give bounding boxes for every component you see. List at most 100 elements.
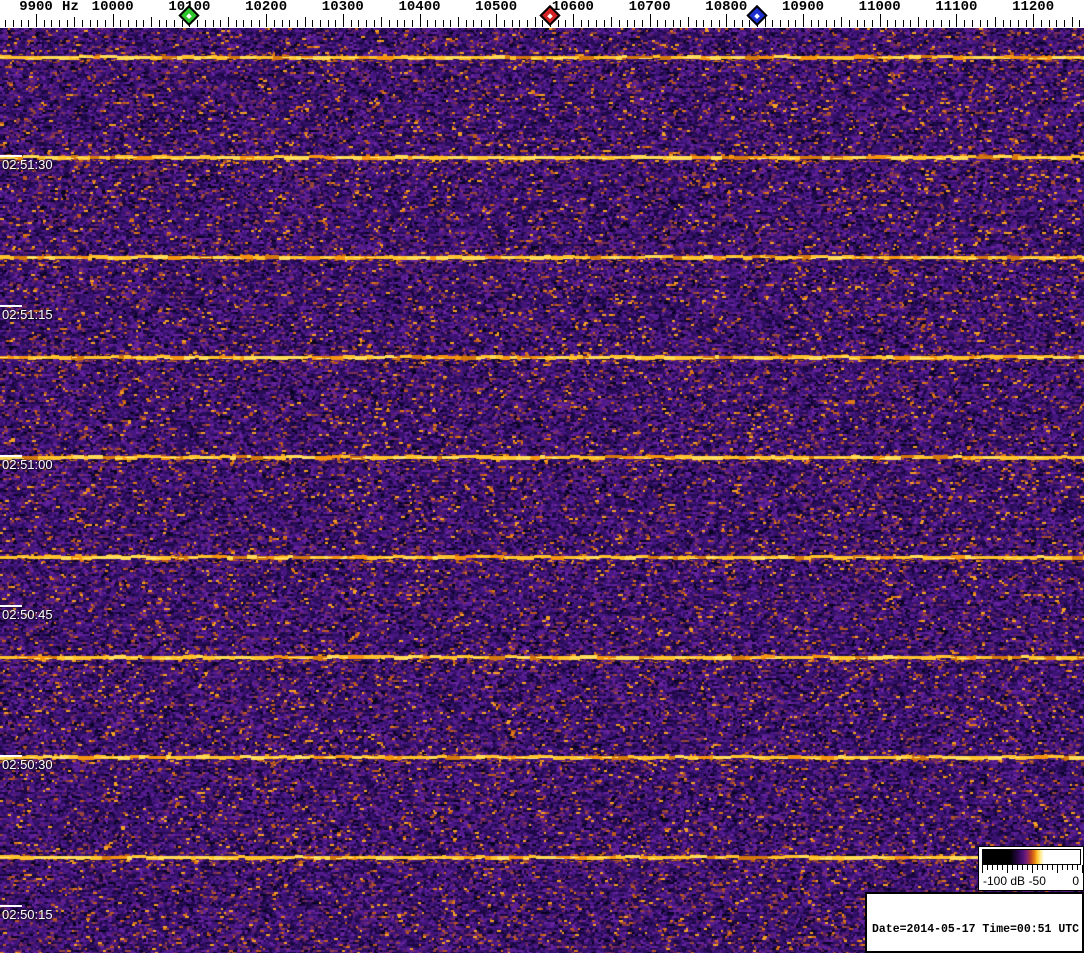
freq-tick bbox=[388, 20, 390, 27]
freq-tick bbox=[665, 20, 666, 27]
freq-tick bbox=[342, 14, 344, 27]
freq-tick bbox=[36, 14, 37, 27]
freq-tick bbox=[572, 14, 574, 27]
freq-tick bbox=[304, 17, 306, 27]
freq-tick bbox=[795, 20, 797, 27]
freq-tick bbox=[28, 20, 30, 27]
freq-tick bbox=[59, 20, 61, 27]
freq-tick bbox=[833, 20, 835, 27]
colorbar-tick bbox=[1012, 865, 1013, 870]
freq-tick bbox=[1056, 20, 1058, 27]
freq-tick bbox=[511, 20, 513, 27]
info-date-time: Date=2014-05-17 Time=00:51 UTC bbox=[872, 923, 1080, 936]
freq-tick bbox=[849, 20, 851, 27]
freq-tick bbox=[120, 20, 122, 27]
freq-tick-label: 10900 bbox=[781, 0, 825, 15]
freq-tick bbox=[434, 20, 436, 27]
time-label: 02:51:00 bbox=[2, 457, 53, 472]
freq-tick bbox=[749, 20, 751, 27]
freq-tick bbox=[128, 20, 130, 27]
freq-tick bbox=[327, 20, 329, 27]
freq-tick bbox=[143, 20, 145, 27]
freq-tick bbox=[105, 20, 107, 27]
colorbar-gradient bbox=[982, 849, 1081, 865]
freq-tick bbox=[273, 20, 275, 27]
freq-tick bbox=[166, 20, 168, 27]
freq-tick bbox=[289, 20, 291, 27]
freq-tick bbox=[457, 17, 459, 27]
intensity-colorbar: -100 dB -50 0 bbox=[978, 846, 1084, 891]
freq-tick bbox=[519, 20, 521, 27]
freq-tick bbox=[887, 20, 889, 27]
colorbar-tick bbox=[1042, 865, 1043, 870]
freq-tick bbox=[726, 14, 728, 27]
colorbar-tick bbox=[982, 865, 983, 873]
colorbar-tick bbox=[1037, 865, 1038, 870]
freq-tick bbox=[971, 20, 973, 27]
freq-tick bbox=[250, 20, 252, 27]
freq-tick bbox=[480, 20, 482, 27]
freq-tick bbox=[619, 20, 620, 27]
freq-tick-label: 10000 bbox=[91, 0, 134, 15]
freq-tick bbox=[5, 20, 7, 27]
freq-tick bbox=[235, 20, 237, 27]
freq-tick bbox=[634, 20, 636, 27]
freq-tick bbox=[112, 14, 114, 27]
freq-tick bbox=[97, 20, 99, 27]
freq-tick bbox=[51, 20, 53, 27]
freq-tick bbox=[181, 20, 183, 27]
freq-tick bbox=[864, 20, 866, 27]
freq-tick bbox=[611, 17, 613, 27]
freq-tick bbox=[20, 20, 22, 27]
freq-tick bbox=[895, 20, 897, 27]
freq-tick bbox=[948, 20, 950, 27]
freq-tick bbox=[212, 20, 214, 27]
freq-tick bbox=[994, 17, 996, 27]
freq-tick bbox=[82, 20, 84, 27]
freq-tick bbox=[427, 20, 429, 27]
waterfall-display-window: 9900Hz1000010100102001030010400105001060… bbox=[0, 0, 1084, 953]
freq-tick-label: 11100 bbox=[935, 0, 978, 15]
freq-tick bbox=[810, 20, 812, 27]
freq-tick bbox=[404, 20, 406, 27]
freq-tick-label: 10300 bbox=[321, 0, 364, 15]
freq-tick bbox=[281, 20, 283, 27]
freq-tick-label: 10700 bbox=[628, 0, 671, 15]
colorbar-tick bbox=[1052, 865, 1053, 870]
freq-tick-label: 10800 bbox=[705, 0, 748, 15]
freq-tick bbox=[780, 20, 781, 27]
freq-tick bbox=[764, 17, 766, 27]
freq-tick bbox=[411, 20, 413, 27]
freq-tick bbox=[703, 20, 705, 27]
colorbar-tick bbox=[1062, 865, 1063, 870]
freq-tick bbox=[565, 20, 567, 27]
freq-tick bbox=[227, 17, 229, 27]
colorbar-label-max: 0 bbox=[1072, 874, 1079, 888]
time-label: 02:51:30 bbox=[2, 157, 53, 172]
freq-tick bbox=[296, 20, 298, 27]
freq-tick bbox=[964, 20, 966, 27]
freq-unit-label: Hz bbox=[62, 0, 79, 15]
colorbar-tick bbox=[1072, 865, 1073, 870]
freq-tick bbox=[473, 20, 475, 27]
freq-tick bbox=[465, 20, 467, 27]
freq-tick bbox=[1033, 14, 1035, 27]
freq-tick bbox=[1063, 20, 1065, 27]
colorbar-tick bbox=[1067, 865, 1068, 870]
spectrogram-waterfall bbox=[0, 28, 1084, 953]
colorbar-tick bbox=[1032, 865, 1033, 873]
freq-tick bbox=[396, 20, 398, 27]
freq-tick bbox=[918, 17, 920, 27]
freq-tick bbox=[925, 20, 927, 27]
freq-tick bbox=[204, 20, 206, 27]
freq-tick bbox=[496, 14, 498, 27]
freq-tick bbox=[151, 17, 153, 27]
freq-tick bbox=[902, 20, 904, 27]
status-info-box: Date=2014-05-17 Time=00:51 UTC Freq=143 … bbox=[865, 892, 1084, 953]
colorbar-tick bbox=[1022, 865, 1023, 870]
freq-tick bbox=[365, 20, 367, 27]
freq-tick bbox=[688, 17, 689, 27]
freq-tick bbox=[649, 14, 651, 27]
freq-tick bbox=[542, 20, 544, 27]
colorbar-ticks bbox=[982, 865, 1083, 874]
